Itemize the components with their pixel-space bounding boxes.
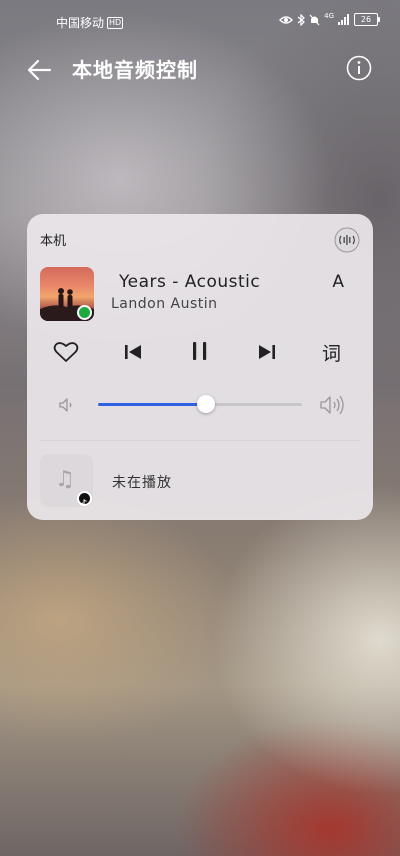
- heart-icon[interactable]: [53, 340, 79, 364]
- back-arrow-icon[interactable]: [26, 56, 54, 84]
- device-label: 本机: [40, 234, 67, 249]
- page-header: 本地音频控制: [0, 52, 400, 88]
- status-icons: 4G 26: [279, 11, 380, 26]
- app-source-badge: [77, 305, 92, 320]
- status-bar: 中国移动 HD 4G 26: [0, 0, 400, 44]
- song-title-overflow: A: [332, 272, 344, 292]
- battery-indicator: 26: [354, 13, 380, 26]
- skip-previous-icon[interactable]: [123, 343, 143, 361]
- signal-icon: [338, 14, 349, 25]
- volume-low-icon[interactable]: [58, 396, 76, 414]
- volume-slider-thumb[interactable]: [197, 395, 216, 413]
- eye-icon: [279, 15, 294, 24]
- artist-name: Landon Austin: [111, 296, 218, 312]
- music-note-icon: ♫: [55, 467, 75, 492]
- bluetooth-icon: [297, 13, 305, 26]
- audio-control-card: 本机 Years - Acoustic A Landon Austin 词 ♫ …: [27, 214, 373, 520]
- lyrics-button[interactable]: 词: [322, 339, 341, 366]
- network-type: 4G: [324, 11, 334, 20]
- volume-slider-fill: [98, 403, 207, 406]
- song-title: Years - Acoustic: [119, 272, 261, 292]
- carrier-name: 中国移动: [56, 16, 105, 30]
- pause-icon[interactable]: [190, 340, 210, 362]
- divider: [40, 440, 360, 441]
- playback-status: 未在播放: [112, 475, 172, 491]
- tiktok-badge-icon: [77, 491, 92, 507]
- carrier-info: 中国移动 HD: [56, 14, 124, 31]
- audio-output-icon[interactable]: [334, 227, 360, 253]
- hd-badge: HD: [107, 16, 124, 29]
- mute-bell-icon: [309, 14, 320, 25]
- skip-next-icon[interactable]: [257, 343, 277, 361]
- volume-high-icon[interactable]: [319, 394, 347, 416]
- page-title: 本地音频控制: [72, 58, 198, 82]
- volume-slider[interactable]: [98, 395, 302, 413]
- info-icon[interactable]: [346, 55, 372, 81]
